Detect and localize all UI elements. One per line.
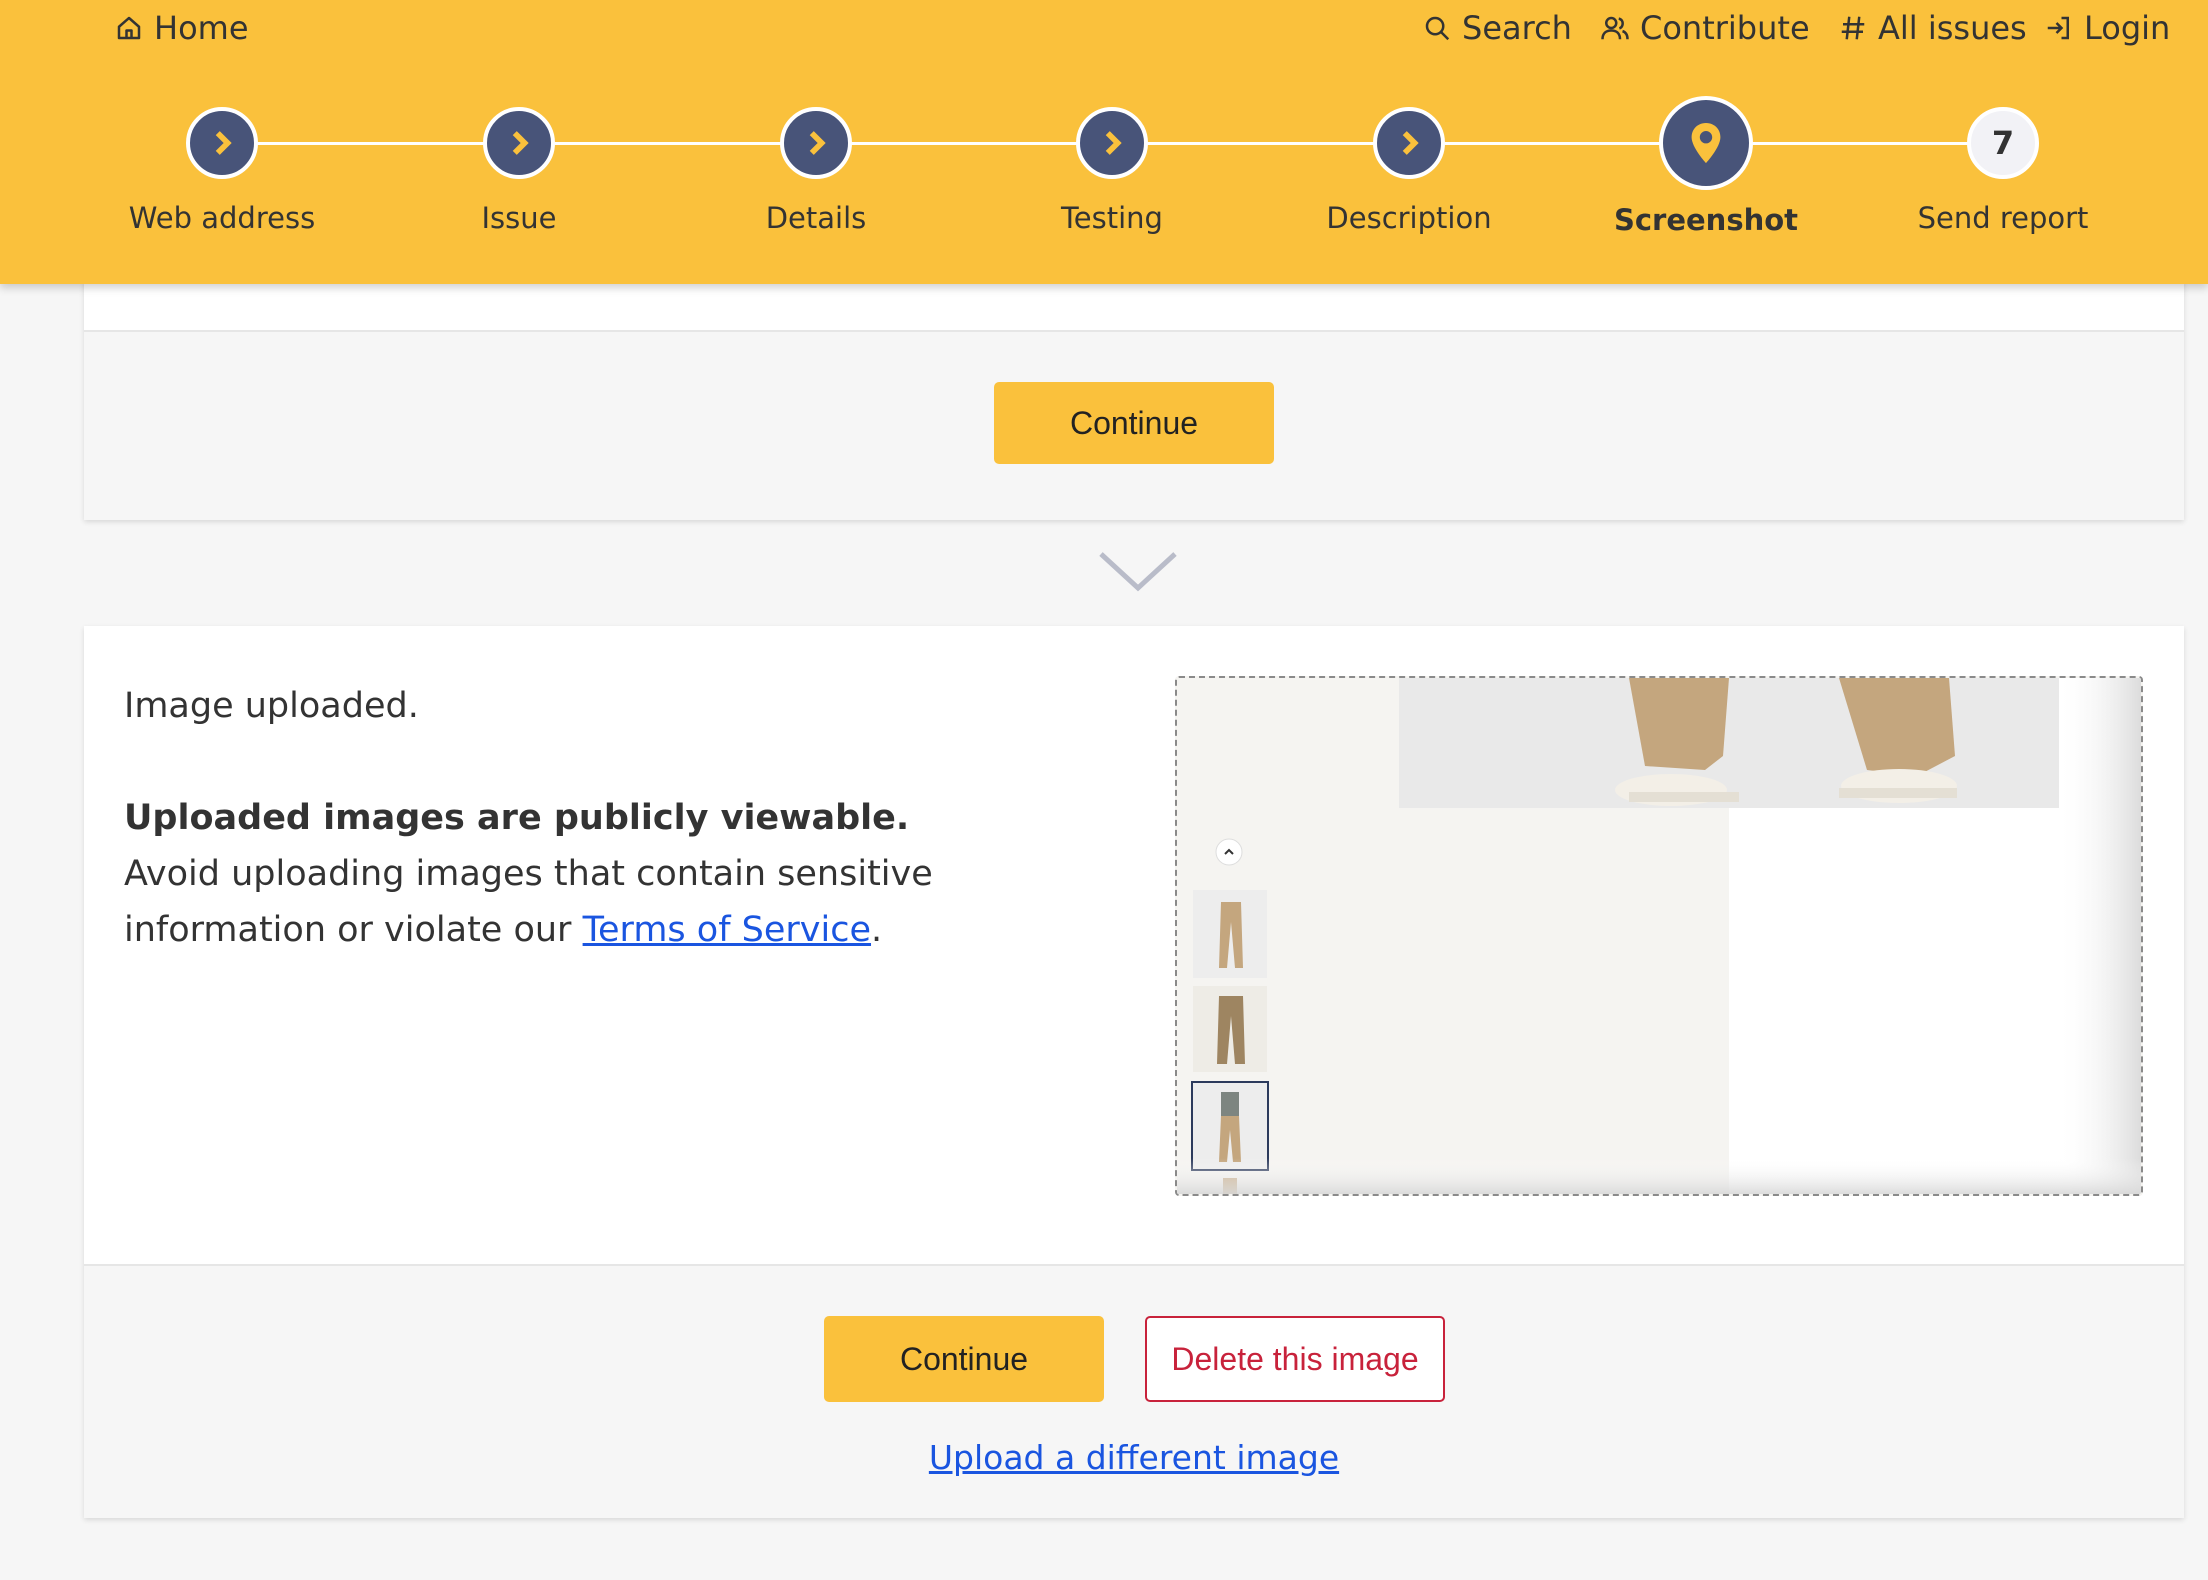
step-send-report[interactable]: 7 Send report: [1853, 100, 2153, 235]
map-pin-icon: [1691, 123, 1721, 163]
step-label: Description: [1326, 201, 1492, 235]
nav-contribute-link[interactable]: Contribute: [1600, 4, 1810, 52]
step-label: Testing: [1061, 201, 1163, 235]
step-future-circle: 7: [1967, 107, 2039, 179]
chevron-right-icon: [215, 131, 232, 155]
search-icon: [1425, 16, 1450, 41]
nav-all-issues-label: All issues: [1878, 9, 2027, 47]
step-current-circle: [1659, 96, 1753, 190]
users-icon: [1601, 16, 1629, 40]
nav-login-label: Login: [2084, 9, 2171, 47]
step-issue[interactable]: Issue: [369, 100, 669, 235]
step-done-circle: [483, 107, 555, 179]
login-icon: [2047, 16, 2069, 40]
previous-step-footer: Continue: [84, 330, 2184, 520]
step-testing[interactable]: Testing: [962, 100, 1262, 235]
upload-different-image-label: Upload a different image: [928, 1438, 1340, 1477]
step-label: Screenshot: [1613, 203, 1799, 237]
upload-info: Image uploaded. Uploaded images are publ…: [124, 678, 1084, 958]
chevron-right-icon: [512, 131, 529, 155]
site-header: Home Search Contribute All issues Login …: [0, 0, 2208, 284]
screenshot-step-card: Image uploaded. Uploaded images are publ…: [84, 626, 2184, 1518]
chevron-right-icon: [1105, 131, 1122, 155]
step-done-circle: [186, 107, 258, 179]
nav-all-issues-link[interactable]: All issues: [1838, 4, 2027, 52]
step-done-circle: [1373, 107, 1445, 179]
chevron-right-icon: [809, 131, 826, 155]
continue-button[interactable]: Continue: [824, 1316, 1104, 1402]
uploaded-image: [1177, 678, 2141, 1194]
public-warning-title: Uploaded images are publicly viewable.: [124, 798, 910, 838]
screenshot-step-footer: Continue Delete this image Upload a diff…: [84, 1264, 2184, 1518]
progress-stepper: Web address Issue Details Testing Descri: [0, 96, 2208, 250]
chevron-down-icon: [1099, 552, 1177, 592]
nav-login-link[interactable]: Login: [2044, 4, 2170, 52]
nav-search-link[interactable]: Search: [1422, 4, 1572, 52]
step-web-address[interactable]: Web address: [72, 100, 372, 235]
step-label: Web address: [128, 201, 316, 235]
upload-status: Image uploaded.: [124, 686, 419, 726]
step-label: Issue: [481, 201, 557, 235]
warning-period: .: [871, 910, 883, 950]
uploaded-image-preview: [1175, 676, 2143, 1196]
step-done-circle: [1076, 107, 1148, 179]
delete-image-button[interactable]: Delete this image: [1145, 1316, 1445, 1402]
step-screenshot[interactable]: Screenshot: [1556, 96, 1856, 237]
step-description[interactable]: Description: [1259, 100, 1559, 235]
nav-search-label: Search: [1462, 9, 1572, 47]
step-label: Details: [765, 201, 867, 235]
previous-continue-button[interactable]: Continue: [994, 382, 1274, 464]
nav-contribute-label: Contribute: [1640, 9, 1810, 47]
hash-icon: [1841, 16, 1865, 40]
step-number: 7: [1991, 124, 2015, 162]
nav-home-label: Home: [154, 9, 249, 47]
step-done-circle: [780, 107, 852, 179]
public-warning-text: Avoid uploading images that contain sens…: [124, 846, 1084, 958]
upload-different-image-link[interactable]: Upload a different image: [84, 1438, 2184, 1477]
step-label: Send report: [1917, 201, 2089, 235]
terms-of-service-link[interactable]: Terms of Service: [583, 910, 871, 950]
home-icon: [117, 16, 141, 40]
nav-home-link[interactable]: Home: [114, 4, 249, 52]
chevron-right-icon: [1402, 131, 1419, 155]
screenshot-step-content: Image uploaded. Uploaded images are publ…: [84, 626, 2184, 1264]
step-details[interactable]: Details: [666, 100, 966, 235]
